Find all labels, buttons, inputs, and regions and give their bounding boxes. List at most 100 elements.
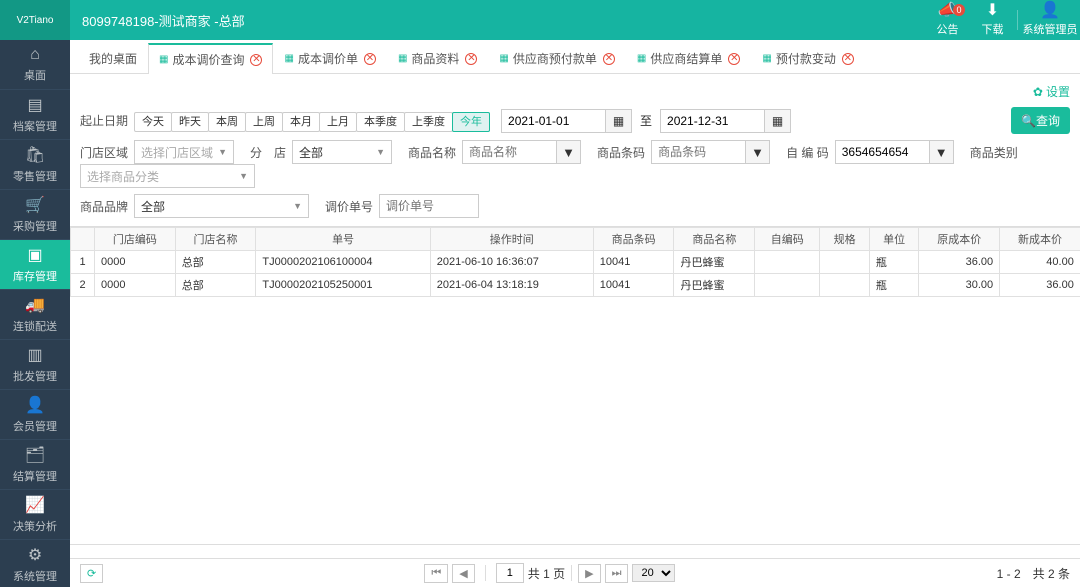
page-input[interactable] bbox=[496, 563, 524, 583]
refresh-icon: ⟳ bbox=[87, 568, 96, 580]
col-header[interactable]: 门店名称 bbox=[175, 228, 256, 251]
nav-label: 结算管理 bbox=[13, 468, 57, 484]
adj-no-label: 调价单号 bbox=[325, 198, 373, 215]
tab-供应商预付款单[interactable]: ▦供应商预付款单✕ bbox=[488, 43, 625, 73]
adj-no-input[interactable] bbox=[379, 194, 479, 218]
date-btn-上周[interactable]: 上周 bbox=[245, 112, 283, 132]
nav-label: 零售管理 bbox=[13, 168, 57, 184]
filter-icon: ▼ bbox=[935, 145, 948, 160]
date-btn-昨天[interactable]: 昨天 bbox=[171, 112, 209, 132]
tab-供应商结算单[interactable]: ▦ 供应商结算单 ✕ bbox=[626, 43, 751, 73]
tab-label: 我的桌面 bbox=[89, 50, 137, 67]
pager-summary: 1 - 2 共 2 条 bbox=[997, 565, 1070, 582]
header: V2Tiano 8099748198-测试商家 -总部 📣 公告 0 ⬇ 下载 … bbox=[0, 0, 1080, 40]
date-btn-今天[interactable]: 今天 bbox=[134, 112, 172, 132]
nav-item-零售管理[interactable]: 🛍 零售管理 bbox=[0, 140, 70, 190]
last-page-button[interactable]: ⏭ bbox=[605, 564, 629, 583]
table-row[interactable]: 10000总部TJ00002021061000042021-06-10 16:3… bbox=[71, 251, 1080, 274]
self-code-input[interactable] bbox=[835, 140, 930, 164]
nav-label: 连锁配送 bbox=[13, 318, 57, 334]
divider bbox=[1017, 10, 1018, 30]
tab-我的桌面[interactable]: 我的桌面 bbox=[78, 43, 148, 73]
nav-item-桌面[interactable]: ⌂桌面 bbox=[0, 40, 70, 90]
date-btn-今年[interactable]: 今年 bbox=[452, 112, 490, 132]
nav-item-连锁配送[interactable]: 🚚连锁配送 bbox=[0, 290, 70, 340]
tab-icon: ▦ bbox=[762, 53, 771, 64]
col-header[interactable]: 门店编码 bbox=[95, 228, 176, 251]
close-icon[interactable]: ✕ bbox=[728, 53, 740, 65]
col-header[interactable]: 操作时间 bbox=[430, 228, 593, 251]
end-date-picker[interactable]: ▦ bbox=[765, 109, 791, 133]
prod-code-filter[interactable]: ▼ bbox=[746, 140, 770, 164]
tab-icon: ▦ bbox=[637, 53, 646, 64]
date-btn-本月[interactable]: 本月 bbox=[282, 112, 320, 132]
close-icon[interactable]: ✕ bbox=[603, 53, 615, 65]
query-button[interactable]: 🔍查询 bbox=[1011, 107, 1070, 134]
nav-icon: ▤ bbox=[27, 95, 42, 115]
download-button[interactable]: ⬇ 下载 bbox=[970, 0, 1015, 40]
store-region-select[interactable]: 选择门店区域▼ bbox=[134, 140, 234, 164]
nav-item-会员管理[interactable]: 👤会员管理 bbox=[0, 390, 70, 440]
col-header[interactable]: 单号 bbox=[256, 228, 430, 251]
horizontal-scrollbar[interactable] bbox=[70, 545, 1080, 559]
table-row[interactable]: 20000总部TJ00002021052500012021-06-04 13:1… bbox=[71, 274, 1080, 297]
col-header[interactable]: 规格 bbox=[820, 228, 870, 251]
pager: ⟳ ⏮ ◀ 共 1 页 ▶ ⏭ 20 1 - 2 共 2 条 bbox=[70, 544, 1080, 587]
close-icon[interactable]: ✕ bbox=[250, 54, 262, 66]
col-header[interactable]: 新成本价 bbox=[1000, 228, 1080, 251]
notice-button[interactable]: 📣 公告 0 bbox=[925, 0, 970, 40]
nav-item-批发管理[interactable]: ▥批发管理 bbox=[0, 340, 70, 390]
prod-name-filter[interactable]: ▼ bbox=[557, 140, 581, 164]
nav-label: 桌面 bbox=[24, 67, 46, 83]
date-btn-本季度[interactable]: 本季度 bbox=[356, 112, 405, 132]
tab-商品资料[interactable]: ▦商品资料✕ bbox=[387, 43, 488, 73]
close-icon[interactable]: ✕ bbox=[364, 53, 376, 65]
date-btn-本周[interactable]: 本周 bbox=[208, 112, 246, 132]
date-range-label: 起止日期 bbox=[80, 112, 128, 129]
self-code-filter[interactable]: ▼ bbox=[930, 140, 954, 164]
prev-page-button[interactable]: ◀ bbox=[452, 564, 474, 583]
start-date-picker[interactable]: ▦ bbox=[606, 109, 632, 133]
prod-brand-select[interactable]: 全部▼ bbox=[134, 194, 309, 218]
prod-cat-select[interactable]: 选择商品分类▼ bbox=[80, 164, 255, 188]
nav-item-系统管理[interactable]: ⚙系统管理 bbox=[0, 540, 70, 587]
tab-成本调价查询[interactable]: ▦成本调价查询✕ bbox=[148, 43, 273, 74]
nav-item-决策分析[interactable]: 📈决策分析 bbox=[0, 490, 70, 540]
end-date-input[interactable] bbox=[660, 109, 765, 133]
tab-label: 商品资料 bbox=[411, 50, 459, 67]
col-header[interactable]: 自编码 bbox=[755, 228, 820, 251]
date-btn-上月[interactable]: 上月 bbox=[319, 112, 357, 132]
tab-icon: ▦ bbox=[159, 54, 168, 65]
header-actions: 📣 公告 0 ⬇ 下载 👤 系统管理员 bbox=[925, 0, 1080, 40]
tab-label: 供应商结算单 bbox=[650, 50, 722, 67]
close-icon[interactable]: ✕ bbox=[465, 53, 477, 65]
settings-button[interactable]: ✿设置 bbox=[1033, 83, 1070, 100]
col-header[interactable] bbox=[71, 228, 95, 251]
first-page-button[interactable]: ⏮ bbox=[424, 564, 448, 583]
nav-icon: 🛍 bbox=[25, 145, 45, 165]
nav-item-档案管理[interactable]: ▤档案管理 bbox=[0, 90, 70, 140]
refresh-button[interactable]: ⟳ bbox=[80, 564, 103, 583]
branch-select[interactable]: 全部▼ bbox=[292, 140, 392, 164]
nav-label: 批发管理 bbox=[13, 368, 57, 384]
search-icon: 🔍 bbox=[1021, 114, 1036, 128]
date-btn-上季度[interactable]: 上季度 bbox=[404, 112, 453, 132]
page-size-select[interactable]: 20 bbox=[632, 564, 675, 582]
prod-name-input[interactable] bbox=[462, 140, 557, 164]
user-button[interactable]: 👤 系统管理员 bbox=[1020, 0, 1080, 40]
col-header[interactable]: 原成本价 bbox=[919, 228, 1000, 251]
nav-item-结算管理[interactable]: 🗂结算管理 bbox=[0, 440, 70, 490]
col-header[interactable]: 单位 bbox=[869, 228, 919, 251]
nav-item-库存管理[interactable]: ▣库存管理 bbox=[0, 240, 70, 290]
header-title: 8099748198-测试商家 -总部 bbox=[70, 11, 925, 30]
col-header[interactable]: 商品名称 bbox=[674, 228, 755, 251]
col-header[interactable]: 商品条码 bbox=[593, 228, 674, 251]
prod-code-input[interactable] bbox=[651, 140, 746, 164]
start-date-input[interactable] bbox=[501, 109, 606, 133]
nav-item-采购管理[interactable]: 🛒采购管理 bbox=[0, 190, 70, 240]
close-icon[interactable]: ✕ bbox=[842, 53, 854, 65]
tab-label: 供应商预付款单 bbox=[513, 50, 597, 67]
next-page-button[interactable]: ▶ bbox=[578, 564, 600, 583]
tab-预付款变动[interactable]: ▦预付款变动✕ bbox=[751, 43, 864, 73]
tab-成本调价单[interactable]: ▦成本调价单✕ bbox=[273, 43, 386, 73]
